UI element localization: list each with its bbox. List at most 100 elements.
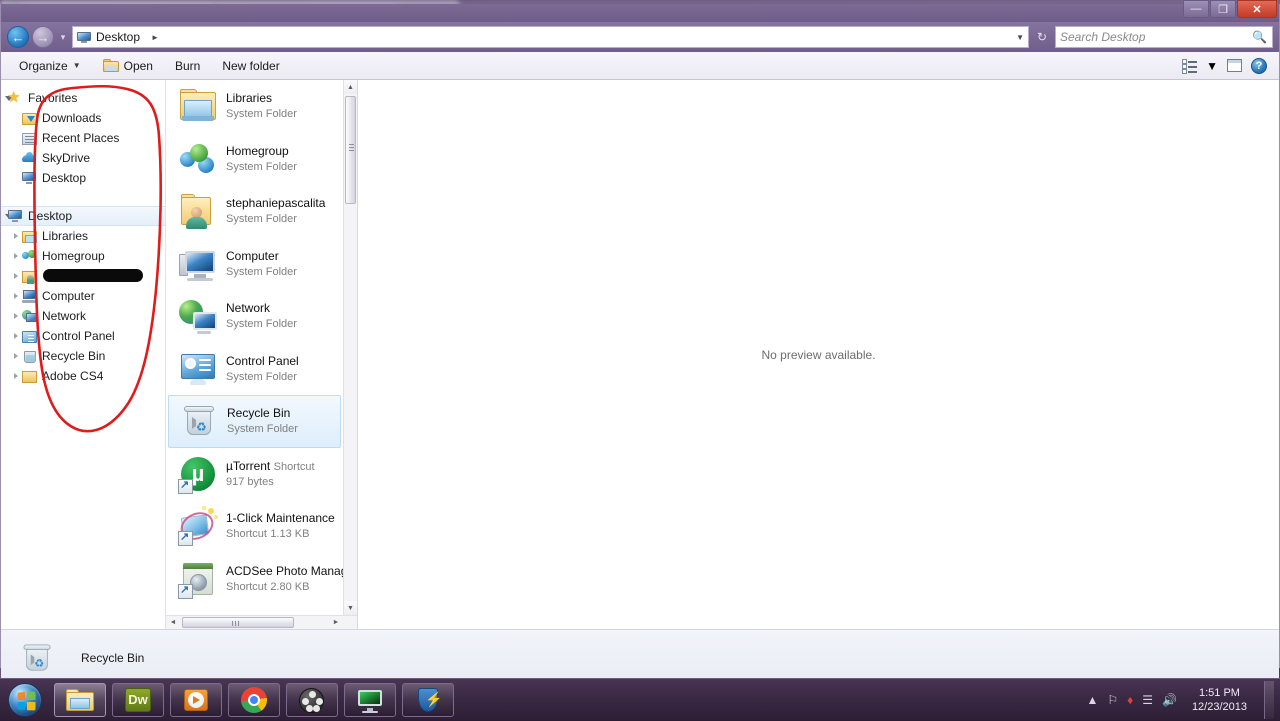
dw-label: Dw bbox=[123, 686, 153, 714]
taskbar-item-media-player[interactable] bbox=[170, 683, 222, 717]
user-folder-icon bbox=[178, 191, 218, 231]
list-item-selected[interactable]: ♻ Recycle Bin System Folder bbox=[168, 395, 341, 448]
tree-item-computer[interactable]: Computer bbox=[1, 286, 165, 306]
expand-triangle-icon[interactable] bbox=[14, 333, 18, 339]
tree-item-network[interactable]: Network bbox=[1, 306, 165, 326]
horizontal-scrollbar-thumb[interactable] bbox=[182, 617, 294, 628]
tree-item-favorites[interactable]: Favorites bbox=[1, 88, 165, 108]
taskbar-item-monitor-app[interactable] bbox=[344, 683, 396, 717]
command-bar-right: ▼ ? bbox=[1182, 58, 1271, 74]
network-icon bbox=[178, 296, 218, 336]
file-type: System Folder bbox=[226, 371, 297, 383]
vertical-scrollbar[interactable]: ▲ ▼ bbox=[343, 80, 357, 615]
folder-icon bbox=[103, 59, 119, 72]
desktop-icon bbox=[77, 32, 91, 43]
address-input[interactable]: Desktop ► ▼ bbox=[72, 26, 1029, 48]
clock[interactable]: 1:51 PM 12/23/2013 bbox=[1186, 686, 1253, 714]
title-bar[interactable]: — ❐ ✕ bbox=[1, 4, 1279, 22]
organize-button[interactable]: Organize ▼ bbox=[9, 55, 91, 77]
horizontal-scrollbar[interactable]: ◄ ► bbox=[166, 615, 357, 629]
expand-triangle-icon[interactable] bbox=[14, 373, 18, 379]
tree-item-libraries[interactable]: Libraries bbox=[1, 226, 165, 246]
tree-item-homegroup[interactable]: Homegroup bbox=[1, 246, 165, 266]
window-controls: — ❐ ✕ bbox=[1182, 0, 1277, 18]
file-size: 2.80 KB bbox=[270, 581, 309, 593]
forward-button[interactable]: → bbox=[32, 26, 54, 48]
libraries-icon bbox=[178, 86, 218, 126]
expand-triangle-icon[interactable] bbox=[14, 273, 18, 279]
refresh-button[interactable]: ↻ bbox=[1032, 26, 1052, 48]
back-button[interactable]: ← bbox=[7, 26, 29, 48]
expand-triangle-icon[interactable] bbox=[14, 233, 18, 239]
flag-icon[interactable]: ⚐ bbox=[1107, 693, 1118, 707]
taskbar-item-dreamweaver[interactable]: Dw bbox=[112, 683, 164, 717]
scroll-left-arrow-icon[interactable]: ◄ bbox=[166, 616, 180, 629]
show-hidden-icons-arrow[interactable]: ▲ bbox=[1086, 693, 1098, 707]
preview-pane-toggle-icon[interactable] bbox=[1227, 59, 1242, 72]
address-dropdown-caret[interactable]: ▼ bbox=[1016, 33, 1024, 42]
help-icon[interactable]: ? bbox=[1251, 58, 1267, 74]
taskbar-item-media-app[interactable] bbox=[286, 683, 338, 717]
change-view-icon[interactable] bbox=[1182, 59, 1197, 73]
shield-icon: ⚡ bbox=[413, 686, 443, 714]
windows-logo-icon bbox=[8, 683, 42, 717]
show-desktop-button[interactable] bbox=[1264, 681, 1274, 719]
tree-item-skydrive[interactable]: SkyDrive bbox=[1, 148, 165, 168]
search-input[interactable]: Search Desktop 🔍 bbox=[1055, 26, 1273, 48]
expand-triangle-icon[interactable] bbox=[14, 313, 18, 319]
maximize-button[interactable]: ❐ bbox=[1210, 0, 1236, 18]
scroll-right-arrow-icon[interactable]: ► bbox=[329, 616, 343, 629]
tree-item-control-panel[interactable]: Control Panel bbox=[1, 326, 165, 346]
tree-item-adobe-cs4[interactable]: Adobe CS4 bbox=[1, 366, 165, 386]
antivirus-icon[interactable]: ♦ bbox=[1127, 693, 1133, 707]
expand-triangle-icon[interactable] bbox=[14, 253, 18, 259]
list-item[interactable]: stephaniepascalita System Folder bbox=[166, 185, 343, 238]
breadcrumb[interactable]: Desktop ► bbox=[77, 30, 159, 44]
expand-triangle-icon[interactable] bbox=[14, 353, 18, 359]
details-item-name: Recycle Bin bbox=[81, 651, 144, 665]
volume-icon[interactable]: 🔊 bbox=[1162, 693, 1177, 707]
taskbar-item-windows-explorer[interactable] bbox=[54, 683, 106, 717]
acdsee-icon bbox=[178, 559, 218, 599]
list-item[interactable]: µ µTorrent Shortcut 917 bytes bbox=[166, 448, 343, 501]
tree-item-desktop[interactable]: Desktop bbox=[1, 206, 165, 226]
preview-message: No preview available. bbox=[761, 348, 875, 362]
folder-icon bbox=[21, 370, 38, 383]
list-item[interactable]: ACDSee Photo Manag Shortcut 2.80 KB bbox=[166, 553, 343, 606]
scroll-down-arrow-icon[interactable]: ▼ bbox=[344, 601, 357, 615]
list-item[interactable]: Computer System Folder bbox=[166, 238, 343, 291]
taskbar-item-google-chrome[interactable] bbox=[228, 683, 280, 717]
tree-item-recycle-bin[interactable]: Recycle Bin bbox=[1, 346, 165, 366]
list-item[interactable]: Network System Folder bbox=[166, 290, 343, 343]
network-signal-icon[interactable]: ☰ bbox=[1142, 693, 1153, 707]
list-item[interactable]: Libraries System Folder bbox=[166, 80, 343, 133]
recent-locations-caret[interactable]: ▾ bbox=[57, 32, 69, 43]
new-folder-button[interactable]: New folder bbox=[212, 55, 289, 77]
tree-label: Favorites bbox=[28, 91, 77, 105]
list-item[interactable]: 1-Click Maintenance Shortcut 1.13 KB bbox=[166, 500, 343, 553]
navigation-pane: Favorites Downloads Recent Places SkyDri… bbox=[1, 80, 166, 629]
view-chevron-down-icon[interactable]: ▼ bbox=[1206, 59, 1218, 73]
minimize-button[interactable]: — bbox=[1183, 0, 1209, 18]
list-item[interactable]: Homegroup System Folder bbox=[166, 133, 343, 186]
open-label: Open bbox=[124, 59, 153, 73]
close-button[interactable]: ✕ bbox=[1237, 0, 1277, 18]
scroll-up-arrow-icon[interactable]: ▲ bbox=[344, 80, 357, 94]
start-button[interactable] bbox=[2, 681, 48, 719]
file-type: System Folder bbox=[227, 423, 298, 435]
tree-item-downloads[interactable]: Downloads bbox=[1, 108, 165, 128]
tree-label: Control Panel bbox=[42, 329, 115, 343]
tree-item-user-folder[interactable] bbox=[1, 266, 165, 286]
open-button[interactable]: Open bbox=[93, 55, 163, 77]
breadcrumb-chevron-icon[interactable]: ► bbox=[151, 33, 159, 42]
burn-button[interactable]: Burn bbox=[165, 55, 210, 77]
taskbar-item-security-app[interactable]: ⚡ bbox=[402, 683, 454, 717]
tree-item-desktop-favorite[interactable]: Desktop bbox=[1, 168, 165, 188]
expand-triangle-icon[interactable] bbox=[14, 293, 18, 299]
control-panel-icon bbox=[178, 349, 218, 389]
star-icon bbox=[7, 91, 24, 105]
vertical-scrollbar-thumb[interactable] bbox=[345, 96, 356, 204]
list-item[interactable]: Control Panel System Folder bbox=[166, 343, 343, 396]
tree-label: Desktop bbox=[42, 171, 86, 185]
tree-item-recent-places[interactable]: Recent Places bbox=[1, 128, 165, 148]
